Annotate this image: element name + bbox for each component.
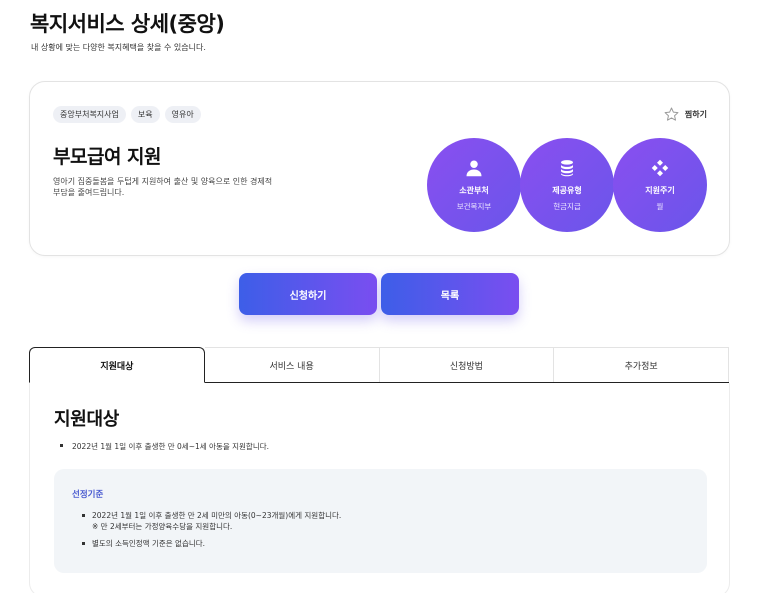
criteria-item-text: 2022년 1월 1일 이후 출생한 만 2세 미만의 아동(0~23개월)에게… (92, 511, 342, 520)
tag-ministry: 중앙부처복지사업 (53, 106, 126, 123)
person-icon (466, 160, 482, 176)
tab-content-panel: 지원대상 2022년 1월 1일 이후 출생한 만 0세~1세 아동을 지원합니… (29, 383, 730, 593)
target-list: 2022년 1월 1일 이후 출생한 만 0세~1세 아동을 지원합니다. (60, 441, 269, 452)
favorite-label: 찜하기 (684, 110, 707, 119)
service-info-card: 중앙부처복지사업 보육 영유아 찜하기 부모급여 지원 영아기 집중돌봄을 두텁… (29, 81, 730, 256)
tab-service-content[interactable]: 서비스 내용 (204, 347, 380, 382)
tag-infant: 영유아 (164, 106, 201, 123)
service-name: 부모급여 지원 (53, 146, 162, 168)
tab-application-method[interactable]: 신청방법 (379, 347, 555, 382)
favorite-button[interactable]: 찜하기 (663, 106, 707, 123)
info-circle-type: 제공유형 현금지급 (520, 138, 614, 232)
section-title: 지원대상 (54, 409, 120, 430)
star-icon (664, 107, 679, 121)
info-value-type: 현금지급 (553, 201, 581, 211)
list-item: 2022년 1월 1일 이후 출생한 만 0세~1세 아동을 지원합니다. (60, 441, 269, 452)
info-circles: 소관부처 보건복지부 제공유형 현금지급 지원주기 월 (427, 138, 707, 232)
database-icon (561, 159, 573, 176)
info-circle-cycle: 지원주기 월 (613, 138, 707, 232)
tag-childcare: 보육 (130, 106, 160, 123)
page-subtitle: 내 상황에 맞는 다양한 복지혜택을 찾을 수 있습니다. (31, 43, 206, 52)
detail-tabs: 지원대상 서비스 내용 신청방법 추가정보 (29, 347, 729, 383)
info-circle-ministry: 소관부처 보건복지부 (427, 138, 521, 232)
list-item: 2022년 1월 1일 이후 출생한 만 2세 미만의 아동(0~23개월)에게… (82, 510, 341, 532)
info-title-type: 제공유형 (552, 185, 582, 195)
apply-button[interactable]: 신청하기 (239, 273, 377, 315)
list-button[interactable]: 목록 (381, 273, 519, 315)
info-value-cycle: 월 (656, 201, 664, 211)
list-item: 별도의 소득인정액 기준은 없습니다. (82, 538, 341, 549)
info-value-ministry: 보건복지부 (456, 201, 492, 211)
info-title-ministry: 소관부처 (459, 185, 489, 195)
tag-list: 중앙부처복지사업 보육 영유아 (53, 106, 201, 123)
criteria-title: 선정기준 (72, 490, 104, 500)
info-title-cycle: 지원주기 (645, 185, 675, 195)
criteria-list: 2022년 1월 1일 이후 출생한 만 2세 미만의 아동(0~23개월)에게… (82, 510, 341, 549)
page-title: 복지서비스 상세(중앙) (30, 12, 225, 36)
tab-additional-info[interactable]: 추가정보 (554, 347, 729, 382)
criteria-box: 선정기준 2022년 1월 1일 이후 출생한 만 2세 미만의 아동(0~23… (54, 469, 707, 573)
cycle-icon (651, 159, 669, 176)
tab-eligibility[interactable]: 지원대상 (29, 347, 205, 383)
service-description: 영아기 집중돌봄을 두텁게 지원하여 출산 및 양육으로 인한 경제적 부담을 … (53, 177, 273, 197)
criteria-note: ※ 만 2세부터는 가정양육수당을 지원합니다. (92, 522, 233, 531)
